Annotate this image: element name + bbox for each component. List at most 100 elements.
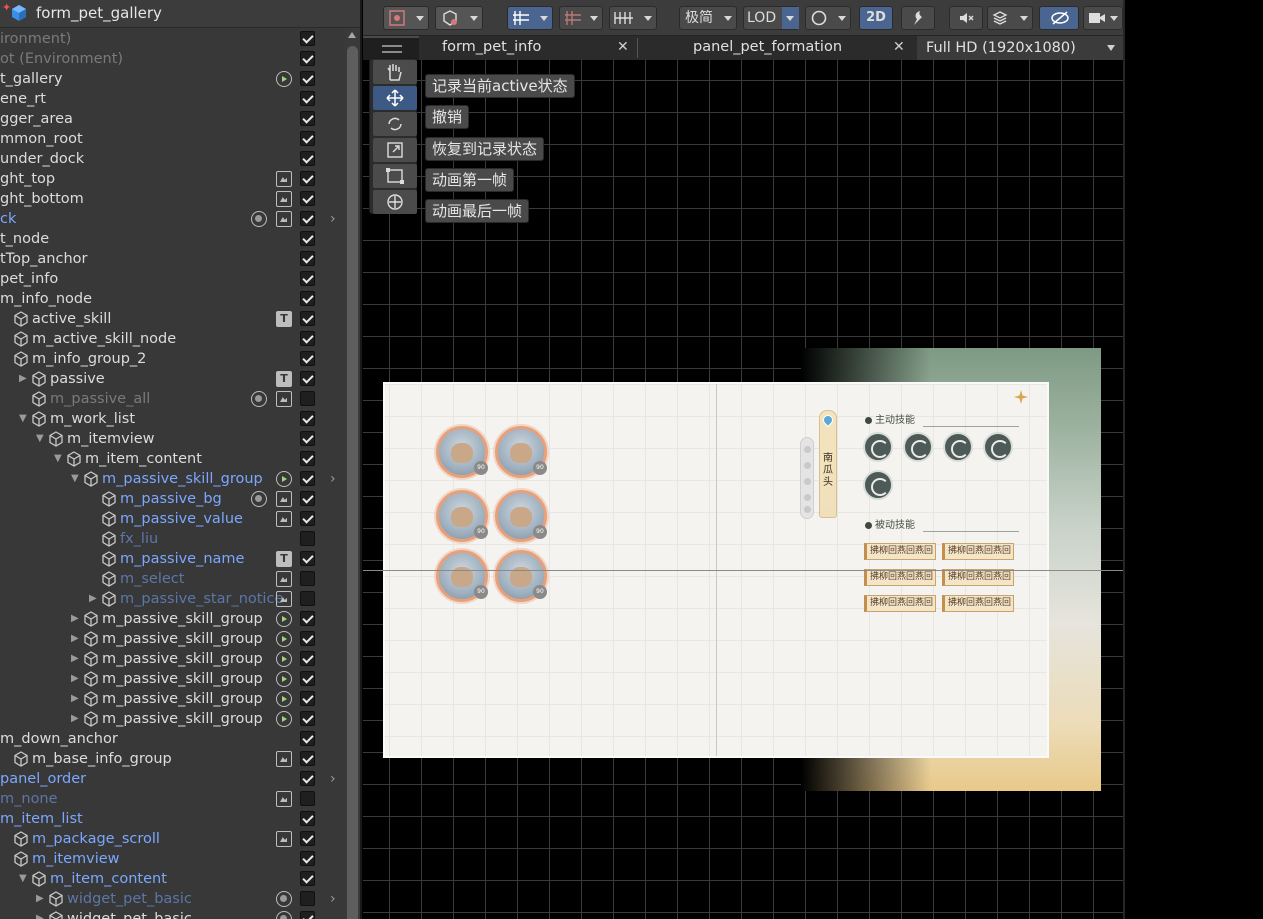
scroll-up-arrow-icon[interactable]	[348, 32, 356, 38]
hierarchy-row[interactable]: m_package_scroll	[0, 829, 345, 849]
active-checkbox[interactable]	[300, 31, 315, 46]
active-checkbox[interactable]	[300, 251, 315, 266]
passive-skill-tag[interactable]: 拂柳回燕回燕回	[864, 595, 936, 612]
hierarchy-row[interactable]: ▼ m_work_list	[0, 409, 345, 429]
radio-icon[interactable]	[251, 211, 267, 227]
active-checkbox[interactable]	[300, 551, 315, 566]
passive-skill-tag[interactable]: 拂柳回燕回燕回	[942, 569, 1014, 586]
active-checkbox[interactable]	[300, 411, 315, 426]
active-checkbox[interactable]	[300, 371, 315, 386]
hierarchy-row[interactable]: panel_order ›	[0, 769, 345, 789]
expand-right-icon[interactable]: ▶	[71, 689, 79, 709]
play-icon[interactable]	[276, 631, 292, 647]
active-checkbox[interactable]	[300, 451, 315, 466]
restore-state-button[interactable]: 恢复到记录状态	[425, 137, 545, 161]
active-checkbox[interactable]	[300, 571, 315, 586]
hierarchy-scrollbar[interactable]	[345, 28, 360, 919]
active-checkbox[interactable]	[300, 771, 315, 786]
hierarchy-row[interactable]: m_active_skill_node	[0, 329, 345, 349]
hierarchy-row[interactable]: ▶ m_passive_skill_group	[0, 609, 345, 629]
hierarchy-row[interactable]: under_dock	[0, 149, 345, 169]
chevron-right-icon[interactable]: ›	[330, 769, 336, 789]
expand-right-icon[interactable]: ▶	[71, 669, 79, 689]
active-checkbox[interactable]	[300, 71, 315, 86]
hierarchy-row[interactable]: ▼ m_item_content	[0, 449, 345, 469]
hidden-objects-toggle[interactable]	[1039, 6, 1079, 30]
close-star-icon[interactable]	[1014, 390, 1028, 404]
active-checkbox[interactable]	[300, 391, 315, 406]
hierarchy-row[interactable]: ▶ widget_pet_basic ›	[0, 889, 345, 909]
text-icon[interactable]: T	[276, 551, 292, 567]
undo-button[interactable]: 撤销	[425, 105, 470, 129]
active-checkbox[interactable]	[300, 231, 315, 246]
pet-avatar[interactable]: 90	[436, 426, 488, 478]
image-icon[interactable]	[276, 791, 292, 807]
hierarchy-row[interactable]: m_passive_all	[0, 389, 345, 409]
image-icon[interactable]	[276, 171, 292, 187]
active-checkbox[interactable]	[300, 311, 315, 326]
passive-skill-tag[interactable]: 拂柳回燕回燕回	[942, 595, 1014, 612]
hierarchy-row[interactable]: m_passive_name T	[0, 549, 345, 569]
active-checkbox[interactable]	[300, 511, 315, 526]
hierarchy-row[interactable]: ▶ widget_pet_basic	[0, 909, 345, 919]
active-checkbox[interactable]	[300, 91, 315, 106]
tab-form-pet-info[interactable]: form_pet_info ✕	[419, 36, 637, 60]
hand-tool[interactable]	[373, 60, 417, 84]
hierarchy-row[interactable]: m_info_group_2	[0, 349, 345, 369]
image-icon[interactable]	[276, 591, 292, 607]
pet-avatar[interactable]: 90	[495, 550, 547, 602]
expand-right-icon[interactable]: ▶	[36, 909, 44, 919]
radio-icon[interactable]	[251, 491, 267, 507]
expand-right-icon[interactable]: ▶	[71, 649, 79, 669]
hierarchy-row[interactable]: ck ›	[0, 209, 345, 229]
close-icon[interactable]: ✕	[617, 36, 629, 58]
chevron-right-icon[interactable]: ›	[330, 889, 336, 909]
pet-avatar[interactable]: 90	[495, 426, 547, 478]
effects-dropdown[interactable]	[987, 6, 1033, 30]
lod-dropdown[interactable]: LOD	[743, 6, 799, 30]
move-tool[interactable]	[373, 86, 417, 110]
expand-right-icon[interactable]: ▶	[71, 629, 79, 649]
active-checkbox[interactable]	[300, 711, 315, 726]
active-checkbox[interactable]	[300, 271, 315, 286]
expand-down-icon[interactable]: ▼	[36, 429, 44, 449]
record-active-state-button[interactable]: 记录当前active状态	[425, 74, 575, 98]
image-icon[interactable]	[276, 491, 292, 507]
active-checkbox[interactable]	[300, 471, 315, 486]
expand-down-icon[interactable]: ▼	[19, 869, 27, 889]
last-frame-button[interactable]: 动画最后一帧	[425, 199, 530, 223]
hierarchy-row[interactable]: m_info_node	[0, 289, 345, 309]
hierarchy-row[interactable]: tTop_anchor	[0, 249, 345, 269]
active-checkbox[interactable]	[300, 531, 315, 546]
hierarchy-row[interactable]: m_item_list	[0, 809, 345, 829]
hierarchy-row[interactable]: m_passive_value	[0, 509, 345, 529]
hierarchy-row[interactable]: ▶ m_passive_star_notice	[0, 589, 345, 609]
image-icon[interactable]	[276, 191, 292, 207]
active-skill-icon[interactable]	[863, 432, 893, 462]
first-frame-button[interactable]: 动画第一帧	[425, 168, 515, 192]
hierarchy-row[interactable]: ght_top	[0, 169, 345, 189]
hierarchy-row[interactable]: ▶ m_passive_skill_group	[0, 709, 345, 729]
active-checkbox[interactable]	[300, 651, 315, 666]
pet-avatar[interactable]: 90	[495, 490, 547, 542]
chevron-right-icon[interactable]: ›	[330, 209, 336, 229]
shading-dropdown[interactable]	[805, 6, 851, 30]
play-icon[interactable]	[276, 651, 292, 667]
active-checkbox[interactable]	[300, 731, 315, 746]
play-icon[interactable]	[276, 691, 292, 707]
active-checkbox[interactable]	[300, 351, 315, 366]
active-checkbox[interactable]	[300, 131, 315, 146]
active-checkbox[interactable]	[300, 51, 315, 66]
hierarchy-row[interactable]: m_select	[0, 569, 345, 589]
active-checkbox[interactable]	[300, 791, 315, 806]
passive-skill-tag[interactable]: 拂柳回燕回燕回	[864, 543, 936, 560]
quality-dropdown[interactable]: 极简	[679, 6, 737, 30]
gizmo-dropdown[interactable]	[383, 6, 429, 30]
hierarchy-row[interactable]: m_passive_bg	[0, 489, 345, 509]
audio-toggle[interactable]	[949, 6, 983, 30]
hierarchy-row[interactable]: ▼ m_item_content	[0, 869, 345, 889]
camera-dropdown[interactable]	[1083, 6, 1123, 30]
pet-list-scrollbar[interactable]	[800, 437, 814, 519]
play-icon[interactable]	[276, 611, 292, 627]
passive-skill-tag[interactable]: 拂柳回燕回燕回	[942, 543, 1014, 560]
